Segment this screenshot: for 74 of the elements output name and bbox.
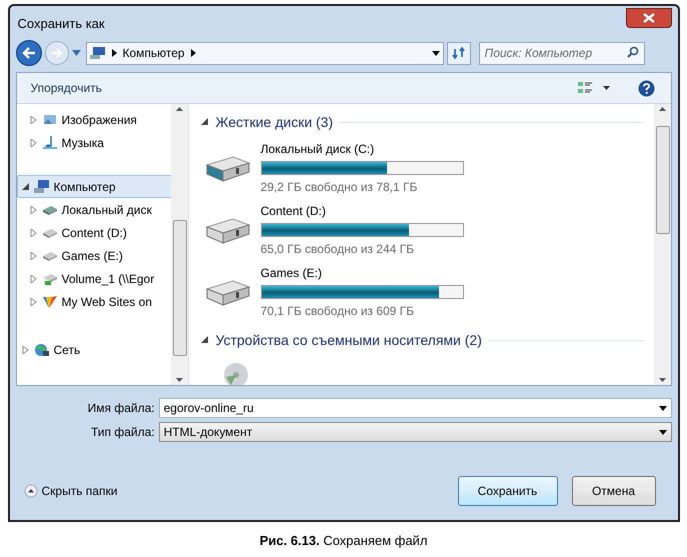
- collapsed-arrow-icon: [30, 274, 38, 282]
- scrollbar[interactable]: [170, 104, 188, 385]
- dropdown-icon: [658, 406, 666, 410]
- tree-item[interactable]: Сеть: [16, 338, 171, 361]
- scroll-down-icon[interactable]: [176, 378, 183, 382]
- tree-item[interactable]: Локальный диск: [16, 198, 171, 221]
- collapsed-arrow-icon: [30, 206, 38, 214]
- computer-icon: [34, 179, 50, 194]
- forward-arrow-icon: [50, 48, 62, 58]
- scroll-up-icon[interactable]: [658, 107, 666, 111]
- scrollbar-thumb[interactable]: [172, 220, 186, 356]
- help-icon[interactable]: [638, 80, 654, 96]
- chevron-icon: [190, 49, 196, 57]
- music-note-icon: [42, 135, 58, 150]
- breadcrumb[interactable]: Компьютер: [122, 44, 185, 62]
- refresh-button[interactable]: [446, 42, 470, 64]
- expanded-arrow-icon: [22, 182, 30, 190]
- tree-item[interactable]: Музыка: [16, 131, 171, 154]
- organize-button[interactable]: Упорядочить: [30, 79, 102, 97]
- figure-caption: Рис. 6.13. Сохраняем файл: [260, 532, 428, 550]
- hide-folders-button[interactable]: Скрыть папки: [24, 482, 118, 500]
- tree-item[interactable]: Volume_1 (\\Egor: [16, 267, 171, 290]
- tree-item[interactable]: Изображения: [16, 108, 171, 131]
- field-label: Имя файла:: [86, 400, 155, 417]
- address-bar[interactable]: Компьютер: [86, 42, 444, 64]
- pictures-icon: [42, 112, 58, 127]
- tree-item[interactable]: Компьютер: [16, 175, 171, 198]
- expanded-arrow-icon: [200, 336, 208, 344]
- collapsed-arrow-icon: [30, 138, 38, 146]
- collapsed-arrow-icon: [30, 252, 38, 260]
- window-title: Сохранить как: [16, 15, 105, 34]
- free-space-text: 65,0 ГБ свободно из 244 ГБ: [260, 241, 415, 258]
- save-button[interactable]: Сохранить: [458, 476, 558, 506]
- close-icon: [642, 13, 654, 23]
- collapsed-arrow-icon: [30, 228, 38, 236]
- scroll-down-icon[interactable]: [658, 378, 666, 382]
- group-header[interactable]: Жесткие диски (3): [200, 112, 334, 132]
- search-icon: [626, 46, 638, 58]
- chevron-icon: [112, 49, 116, 57]
- drive-name[interactable]: Локальный диск (C:): [260, 140, 464, 158]
- globe-icon: [34, 342, 50, 357]
- collapsed-arrow-icon: [30, 116, 38, 124]
- dropdown-icon: [658, 430, 666, 434]
- tree-item[interactable]: Games (E:): [16, 244, 171, 267]
- scrollbar[interactable]: [654, 104, 670, 385]
- drive-name[interactable]: Games (E:): [260, 264, 464, 282]
- view-icon[interactable]: [576, 80, 592, 96]
- collapsed-arrow-icon: [30, 298, 38, 306]
- file-type-dropdown[interactable]: HTML-документ: [158, 422, 672, 442]
- computer-icon: [90, 46, 106, 60]
- free-space-text: 29,2 ГБ свободно из 78,1 ГБ: [260, 179, 418, 196]
- group-header[interactable]: Устройства со съемными носителями (2): [200, 330, 482, 350]
- refresh-icon: [452, 47, 466, 59]
- cancel-button[interactable]: Отмена: [572, 476, 656, 506]
- back-button[interactable]: [16, 40, 42, 66]
- tree-item[interactable]: My Web Sites on: [16, 290, 171, 313]
- dropdown-icon[interactable]: [432, 50, 440, 56]
- collapse-icon: [24, 484, 38, 498]
- expanded-arrow-icon: [200, 118, 208, 126]
- drive-name[interactable]: Content (D:): [260, 202, 464, 220]
- dropdown-icon[interactable]: [602, 86, 610, 90]
- close-button[interactable]: [626, 8, 672, 28]
- network-drive-icon: [42, 271, 58, 286]
- collapsed-arrow-icon: [22, 346, 30, 354]
- field-label: Тип файла:: [90, 424, 155, 441]
- web-folder-icon: [42, 294, 58, 309]
- free-space-text: 70,1 ГБ свободно из 609 ГБ: [260, 303, 415, 320]
- history-dropdown-icon[interactable]: [72, 50, 80, 56]
- scrollbar-thumb[interactable]: [656, 126, 670, 234]
- scroll-up-icon[interactable]: [176, 107, 183, 111]
- search-field[interactable]: Поиск: Компьютер: [478, 42, 644, 64]
- file-name-field[interactable]: egorov-online_ru: [158, 398, 672, 418]
- tree-item[interactable]: Content (D:): [16, 221, 171, 244]
- back-arrow-icon: [22, 47, 36, 59]
